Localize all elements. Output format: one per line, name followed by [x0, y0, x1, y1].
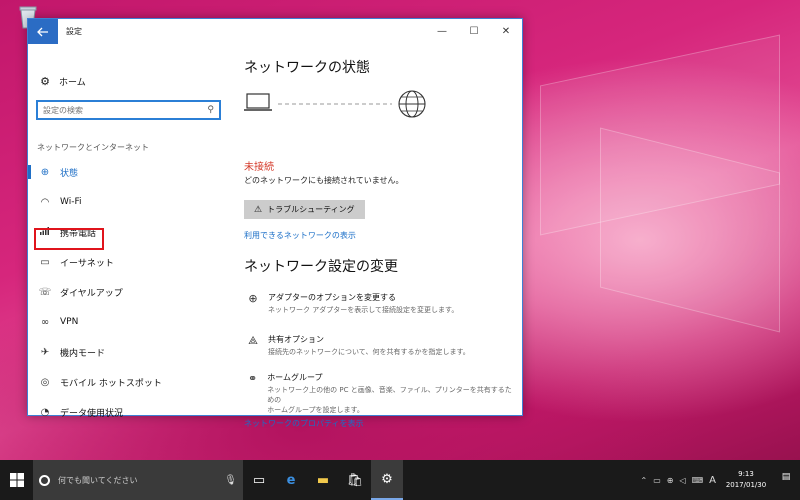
task-view-icon[interactable]: ▭ [243, 460, 275, 500]
dialup-icon: ☏ [38, 286, 52, 298]
hotspot-icon: ◎ [40, 376, 50, 388]
maximize-button[interactable]: ☐ [458, 19, 490, 44]
taskbar: 何でも聞いてください 🎙 ▭ e ▬ 🛍 ⚙ ⌃ ▭ ⊕ ◁ ⌨ A 9:13 … [0, 460, 800, 500]
sidebar-item-wifi[interactable]: ◠ Wi-Fi [28, 190, 228, 214]
search-icon[interactable]: ⚲ [207, 105, 214, 115]
sidebar-item-dialup[interactable]: ☏ ダイヤルアップ [28, 280, 228, 304]
sidebar-item-vpn[interactable]: ∞ VPN [28, 310, 228, 334]
clock[interactable]: 9:13 2017/01/30 [722, 469, 770, 491]
network-diagram [244, 90, 426, 118]
volume-icon[interactable]: ◁ [679, 476, 685, 485]
home-label: ホーム [59, 78, 86, 88]
sidebar-item-label: モバイル ホットスポット [60, 378, 162, 389]
section-label: ネットワークとインターネット [37, 143, 149, 152]
cellular-highlight-box [34, 228, 104, 250]
sidebar-item-ethernet[interactable]: ▭ イーサネット [28, 250, 228, 274]
sidebar-item-label: 状態 [60, 168, 79, 179]
homegroup-icon: ⚭ [247, 372, 258, 385]
settings-search[interactable]: ⚲ [36, 100, 221, 120]
sidebar-item-label: ダイヤルアップ [60, 288, 123, 299]
back-arrow-icon [37, 27, 48, 36]
microphone-icon[interactable]: 🎙 [224, 475, 237, 486]
globe-status-icon: ⊕ [40, 166, 50, 178]
sharing-icon: ⟁ [248, 334, 258, 347]
title-bar: 設定 — ☐ ✕ [28, 19, 522, 44]
gear-icon: ⚙ [40, 75, 50, 88]
action-center-icon[interactable]: ▤ [778, 472, 794, 488]
change-settings-title: ネットワーク設定の変更 [244, 259, 398, 275]
file-explorer-icon[interactable]: ▬ [307, 460, 339, 500]
sharing-options-link[interactable]: ⟁ 共有オプション 接続先のネットワークについて、何を共有するかを指定します。 [244, 334, 470, 357]
option-title: アダプターのオプションを変更する [268, 293, 396, 302]
keyboard-icon[interactable]: ⌨ [692, 476, 704, 485]
system-tray: ⌃ ▭ ⊕ ◁ ⌨ A 9:13 2017/01/30 [640, 460, 770, 500]
option-desc: 接続先のネットワークについて、何を共有するかを指定します。 [268, 348, 470, 356]
option-desc: ネットワーク上の他の PC と画像、音楽、ファイル、プリンターを共有するための [267, 386, 512, 404]
homegroup-link[interactable]: ⚭ ホームグループ ネットワーク上の他の PC と画像、音楽、ファイル、プリンタ… [244, 372, 514, 415]
home-link[interactable]: ⚙ ホーム [38, 75, 86, 88]
ethernet-icon: ▭ [40, 256, 50, 268]
connection-status-desc: どのネットワークにも接続されていません。 [244, 176, 404, 185]
sidebar: ⚙ ホーム ⚲ ネットワークとインターネット ⊕ 状態 ◠ Wi-Fi 携帯電話… [28, 44, 228, 419]
airplane-icon: ✈ [40, 346, 50, 358]
window-title: 設定 [66, 27, 82, 36]
ime-indicator[interactable]: A [709, 475, 716, 486]
edge-browser-icon[interactable]: e [275, 460, 307, 500]
minimize-button[interactable]: — [426, 19, 458, 44]
sidebar-item-label: VPN [60, 317, 79, 327]
settings-window: 設定 — ☐ ✕ ⚙ ホーム ⚲ ネットワークとインターネット ⊕ 状態 ◠ W… [27, 18, 523, 428]
chevron-up-icon[interactable]: ⌃ [640, 476, 647, 485]
sidebar-item-label: イーサネット [60, 258, 114, 269]
windows-logo-icon [9, 473, 24, 487]
troubleshoot-label: トラブルシューティング [267, 205, 355, 214]
adapter-icon: ⊕ [248, 292, 258, 305]
wifi-icon: ◠ [40, 196, 50, 208]
sidebar-item-status[interactable]: ⊕ 状態 [28, 160, 228, 184]
connection-status: 未接続 [244, 162, 274, 173]
sidebar-item-airplane[interactable]: ✈ 機内モード [28, 340, 228, 364]
clock-date: 2017/01/30 [725, 481, 767, 489]
option-desc: ホームグループを設定します。 [267, 406, 364, 414]
battery-icon[interactable]: ▭ [653, 476, 661, 485]
network-status-title: ネットワークの状態 [244, 60, 370, 76]
network-properties-link[interactable]: ネットワークのプロパティを表示 [244, 418, 364, 429]
troubleshoot-button[interactable]: ⚠ トラブルシューティング [244, 200, 365, 219]
clock-time: 9:13 [738, 470, 754, 478]
close-button[interactable]: ✕ [490, 19, 522, 44]
sidebar-item-hotspot[interactable]: ◎ モバイル ホットスポット [28, 370, 228, 394]
option-title: 共有オプション [268, 335, 324, 344]
network-tray-icon[interactable]: ⊕ [667, 476, 674, 485]
sidebar-item-label: データ使用状況 [60, 408, 124, 419]
option-desc: ネットワーク アダプターを表示して接続設定を変更します。 [268, 306, 459, 314]
globe-icon [398, 90, 426, 118]
warning-icon: ⚠ [254, 204, 263, 215]
available-networks-link[interactable]: 利用できるネットワークの表示 [244, 230, 356, 241]
settings-taskbar-icon[interactable]: ⚙ [371, 460, 403, 500]
taskbar-search[interactable]: 何でも聞いてください 🎙 [33, 460, 243, 500]
laptop-icon [244, 93, 272, 111]
start-button[interactable] [0, 460, 33, 500]
data-usage-icon: ◔ [40, 406, 50, 418]
search-input[interactable] [43, 105, 208, 115]
vpn-icon: ∞ [40, 316, 50, 328]
option-title: ホームグループ [267, 373, 323, 382]
taskbar-search-placeholder: 何でも聞いてください [58, 475, 138, 485]
adapter-options-link[interactable]: ⊕ アダプターのオプションを変更する ネットワーク アダプターを表示して接続設定… [244, 292, 458, 315]
sidebar-item-label: 機内モード [60, 348, 106, 359]
store-icon[interactable]: 🛍 [339, 460, 371, 500]
sidebar-item-data-usage[interactable]: ◔ データ使用状況 [28, 400, 228, 424]
cortana-icon [39, 474, 50, 486]
sidebar-item-label: Wi-Fi [60, 197, 82, 207]
back-button[interactable] [28, 19, 58, 44]
